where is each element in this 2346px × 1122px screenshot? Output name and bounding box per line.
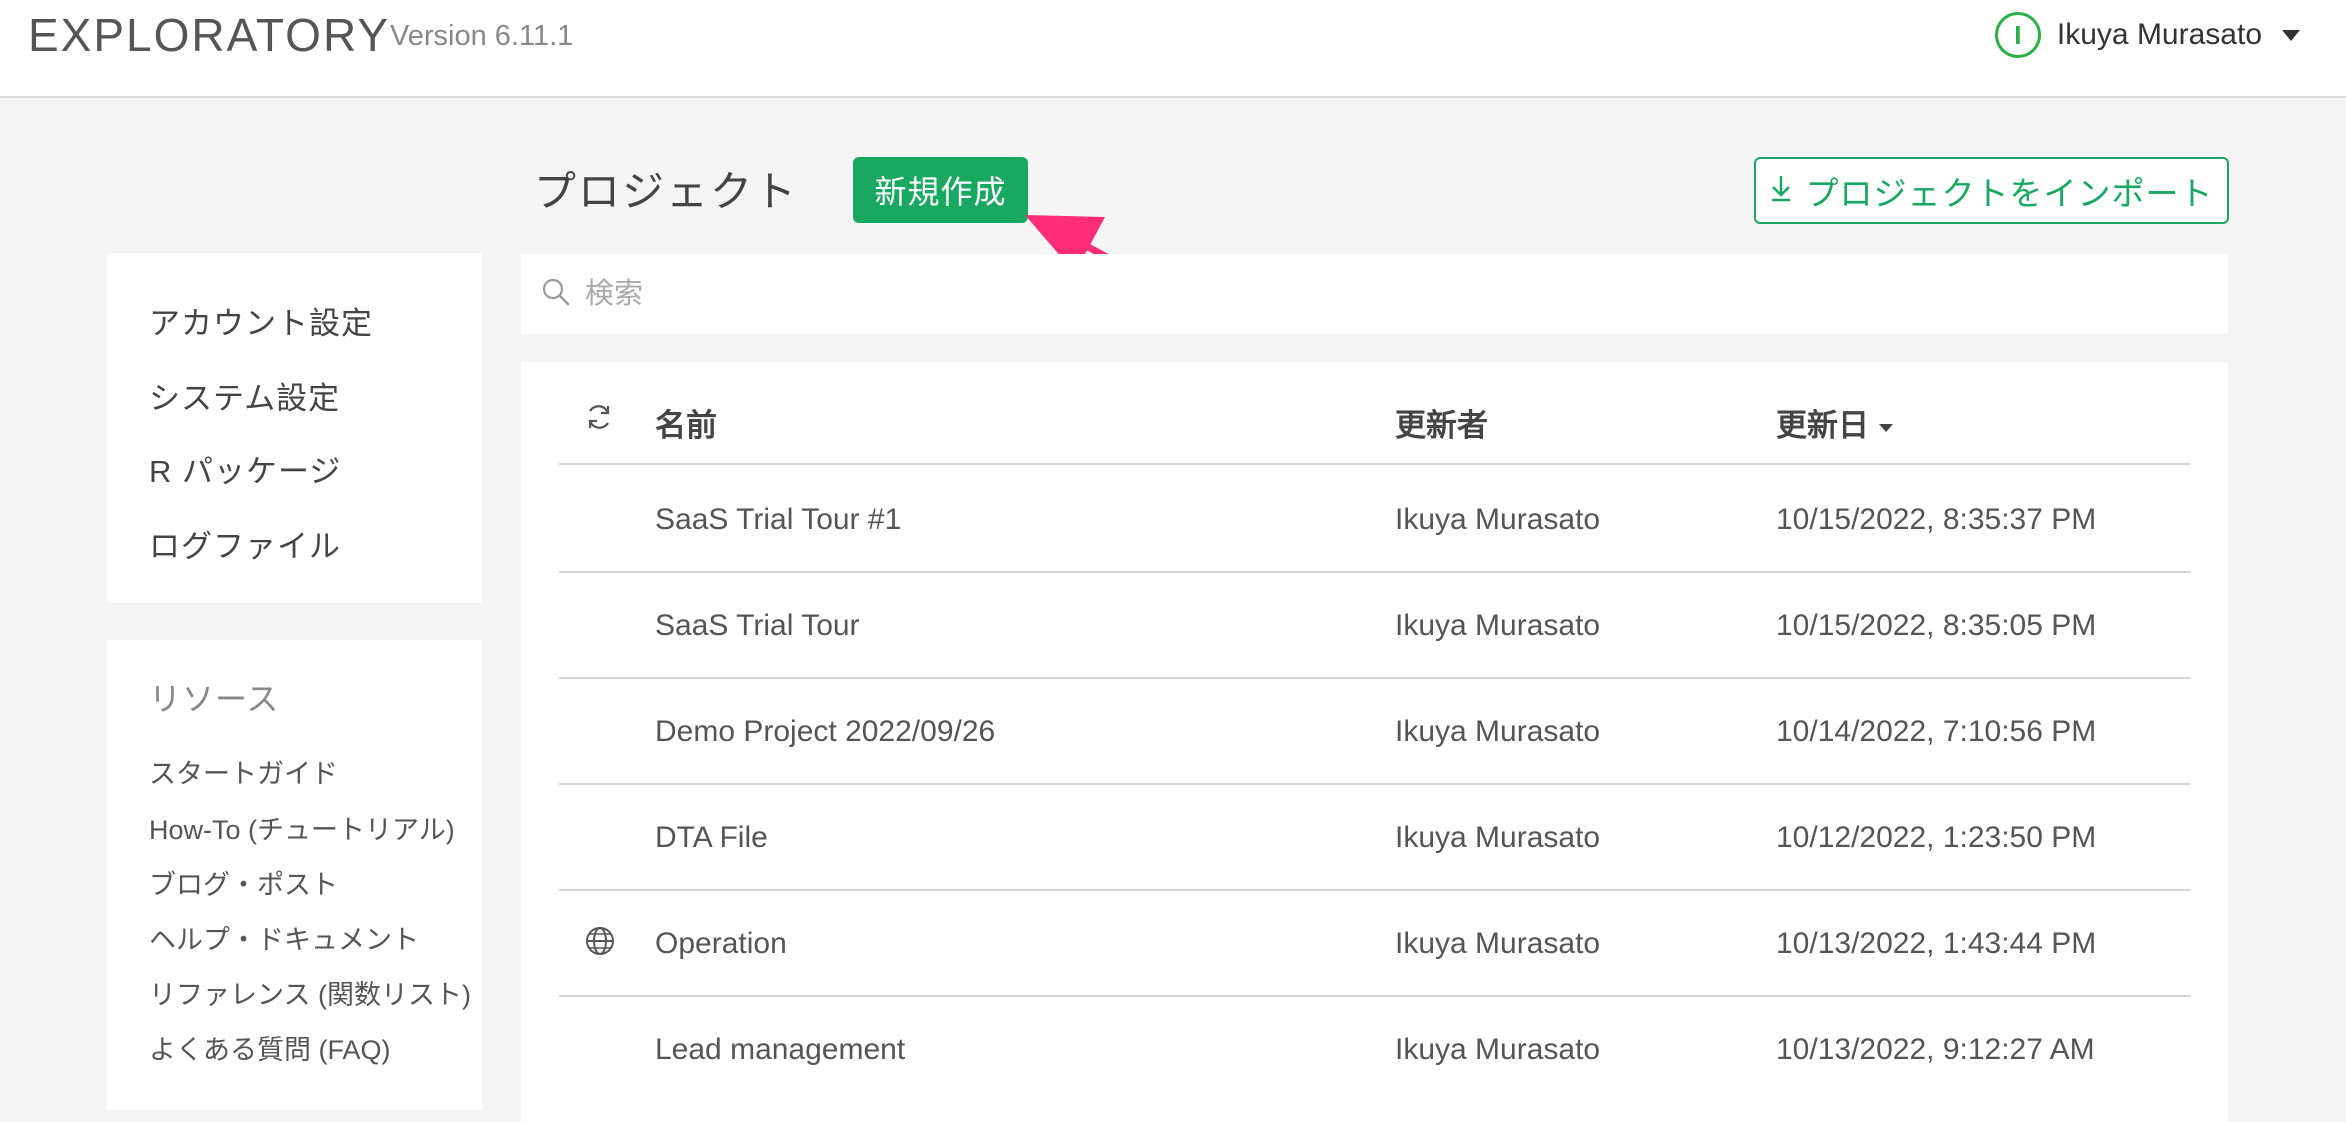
globe-icon xyxy=(584,925,616,962)
sidebar-item-log-files[interactable]: ログファイル xyxy=(149,521,341,566)
user-name[interactable]: Ikuya Murasato xyxy=(2057,18,2262,52)
resource-item-how-to[interactable]: How-To (チュートリアル) xyxy=(149,808,455,847)
updated-at: 10/15/2022, 8:35:05 PM xyxy=(1776,609,2097,642)
page-title: プロジェクト xyxy=(534,168,799,215)
resource-item-faq[interactable]: よくある質問 (FAQ) xyxy=(149,1028,391,1067)
table-row[interactable]: SaaS Trial Tour Ikuya Murasato 10/15/202… xyxy=(559,573,2191,679)
updated-at: 10/13/2022, 1:43:44 PM xyxy=(1776,927,2097,960)
sidebar-item-system-settings[interactable]: システム設定 xyxy=(149,373,340,418)
search-input[interactable] xyxy=(585,277,1185,311)
project-name[interactable]: SaaS Trial Tour xyxy=(655,609,860,643)
updated-by: Ikuya Murasato xyxy=(1395,715,1601,748)
projects-table: 名前 更新者 更新日 SaaS Trial Tour #1 Ikuya Mura… xyxy=(521,362,2228,1122)
app-version: Version 6.11.1 xyxy=(390,20,574,52)
refresh-icon[interactable] xyxy=(584,402,614,437)
download-icon xyxy=(1770,172,1792,210)
sidebar-item-r-packages[interactable]: R パッケージ xyxy=(149,446,341,491)
column-header-updated-at-label: 更新日 xyxy=(1776,408,1869,443)
project-name[interactable]: Operation xyxy=(655,927,787,961)
column-header-name[interactable]: 名前 xyxy=(655,400,717,445)
column-header-updated-by[interactable]: 更新者 xyxy=(1395,400,1488,445)
resource-item-reference[interactable]: リファレンス (関数リスト) xyxy=(149,973,471,1012)
column-header-updated-at[interactable]: 更新日 xyxy=(1776,400,1893,445)
resource-item-blog-posts[interactable]: ブログ・ポスト xyxy=(149,863,338,902)
resources-title: リソース xyxy=(149,681,280,717)
sidebar-item-account-settings[interactable]: アカウント設定 xyxy=(149,298,373,343)
updated-at: 10/15/2022, 8:35:37 PM xyxy=(1776,503,2097,536)
import-button-label: プロジェクトをインポート xyxy=(1805,174,2214,212)
updated-at: 10/13/2022, 9:12:27 AM xyxy=(1776,1033,2095,1066)
updated-at: 10/12/2022, 1:23:50 PM xyxy=(1776,821,2097,854)
resources-menu: リソース スタートガイド How-To (チュートリアル) ブログ・ポスト ヘル… xyxy=(107,640,482,1110)
search-bar xyxy=(521,254,2228,334)
sort-descending-icon xyxy=(1879,423,1893,432)
resource-item-start-guide[interactable]: スタートガイド xyxy=(149,752,338,791)
top-bar: EXPLORATORY Version 6.11.1 I Ikuya Muras… xyxy=(0,0,2346,98)
table-header: 名前 更新者 更新日 xyxy=(559,362,2191,465)
updated-at: 10/14/2022, 7:10:56 PM xyxy=(1776,715,2097,748)
table-row[interactable]: Operation Ikuya Murasato 10/13/2022, 1:4… xyxy=(559,891,2191,997)
user-menu[interactable]: I Ikuya Murasato xyxy=(1994,12,2300,58)
table-row[interactable]: DTA File Ikuya Murasato 10/12/2022, 1:23… xyxy=(559,785,2191,891)
updated-by: Ikuya Murasato xyxy=(1395,609,1601,642)
updated-by: Ikuya Murasato xyxy=(1395,927,1601,960)
app-logo[interactable]: EXPLORATORY xyxy=(28,8,390,62)
updated-by: Ikuya Murasato xyxy=(1395,1033,1601,1066)
project-name[interactable]: Demo Project 2022/09/26 xyxy=(655,715,995,749)
project-name[interactable]: DTA File xyxy=(655,821,768,855)
import-project-button[interactable]: プロジェクトをインポート xyxy=(1754,157,2229,224)
new-project-button[interactable]: 新規作成 xyxy=(853,157,1028,223)
project-name[interactable]: SaaS Trial Tour #1 xyxy=(655,503,901,537)
search-icon xyxy=(541,277,571,312)
table-row[interactable]: Lead management Ikuya Murasato 10/13/202… xyxy=(559,997,2191,1103)
avatar[interactable]: I xyxy=(1994,12,2041,58)
chevron-down-icon[interactable] xyxy=(2282,29,2300,41)
resource-item-help-docs[interactable]: ヘルプ・ドキュメント xyxy=(149,918,419,957)
project-name[interactable]: Lead management xyxy=(655,1033,905,1067)
updated-by: Ikuya Murasato xyxy=(1395,821,1601,854)
table-row[interactable]: Demo Project 2022/09/26 Ikuya Murasato 1… xyxy=(559,679,2191,785)
table-row[interactable]: SaaS Trial Tour #1 Ikuya Murasato 10/15/… xyxy=(559,467,2191,573)
updated-by: Ikuya Murasato xyxy=(1395,503,1601,536)
settings-menu: アカウント設定 システム設定 R パッケージ ログファイル xyxy=(107,253,482,603)
